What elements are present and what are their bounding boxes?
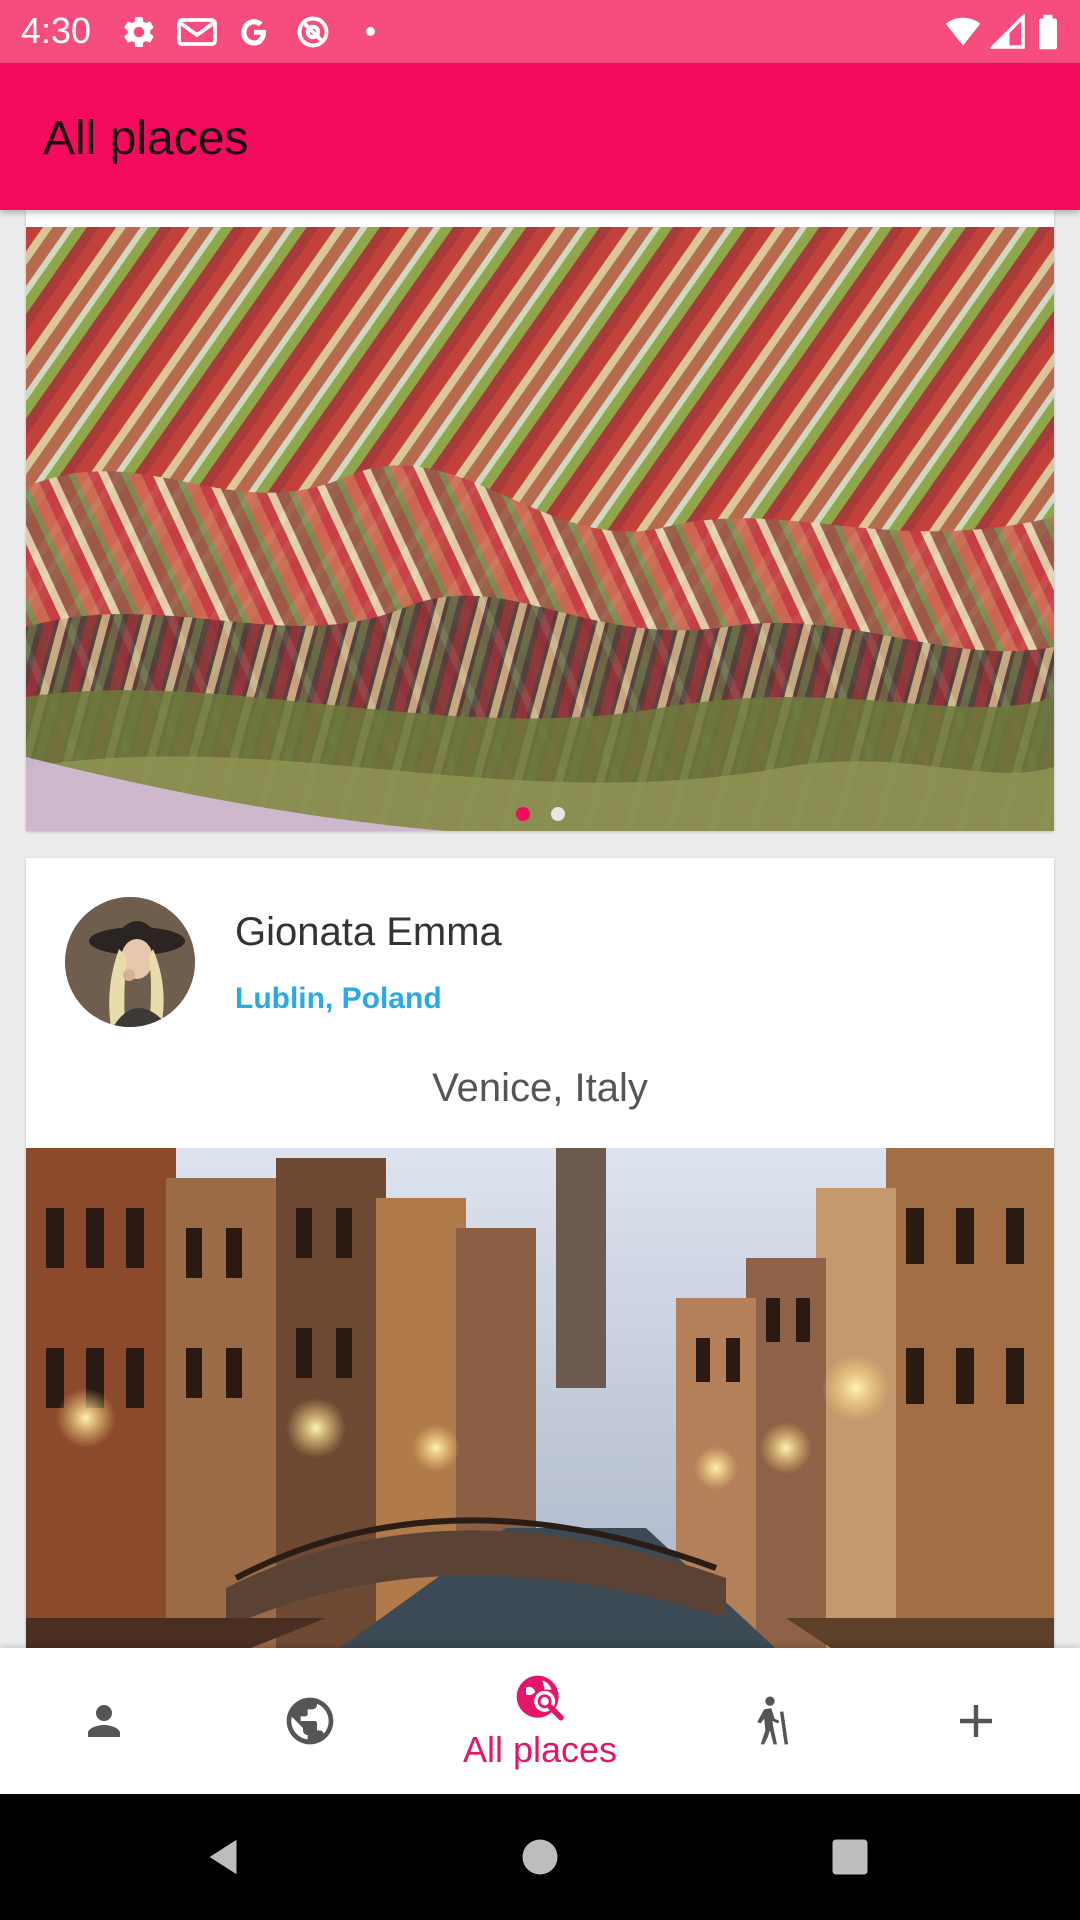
avatar[interactable]	[65, 897, 195, 1027]
page-dot-active[interactable]	[515, 807, 530, 821]
recents-button[interactable]	[815, 1794, 885, 1920]
signal-icon	[990, 14, 1025, 49]
nav-item-add[interactable]	[934, 1648, 1018, 1794]
back-button[interactable]	[190, 1794, 260, 1920]
nav-item-world[interactable]	[268, 1648, 352, 1794]
plus-icon	[960, 1705, 992, 1737]
woman-in-hat-avatar	[65, 897, 195, 1027]
nav-item-trips[interactable]	[728, 1648, 812, 1794]
striped-mountains-photo	[26, 227, 1054, 831]
search-globe-icon	[516, 1675, 564, 1721]
system-navigation-bar	[0, 1794, 1080, 1920]
bottom-navigation: All places	[0, 1648, 1080, 1794]
person-icon	[88, 1705, 120, 1737]
battery-icon	[1039, 14, 1057, 50]
carousel-image[interactable]	[26, 227, 1054, 831]
google-icon	[241, 19, 266, 46]
user-location[interactable]: Lublin, Poland	[235, 982, 442, 1016]
place-title: Venice, Italy	[432, 1066, 648, 1110]
nav-item-profile[interactable]	[62, 1648, 146, 1794]
page-dot[interactable]	[550, 807, 565, 821]
recents-icon	[832, 1839, 868, 1875]
place-card[interactable]: Gionata Emma Lublin, Poland Venice, Ital…	[26, 858, 1054, 1648]
places-feed[interactable]: Gionata Emma Lublin, Poland Venice, Ital…	[0, 210, 1080, 1648]
at-sign-icon	[297, 16, 329, 48]
wifi-icon	[945, 17, 981, 46]
nav-label-all-places: All places	[462, 1729, 618, 1770]
home-button[interactable]	[505, 1794, 575, 1920]
status-time: 4:30	[21, 10, 92, 51]
place-card-carousel[interactable]	[26, 210, 1054, 831]
carousel-page-indicator	[26, 807, 1054, 821]
gear-icon	[124, 17, 154, 48]
venice-canal-photo	[26, 1148, 1054, 1648]
status-bar: 4:30	[0, 0, 1080, 63]
user-name[interactable]: Gionata Emma	[235, 910, 502, 955]
notification-dot-icon	[366, 27, 375, 36]
home-icon	[522, 1839, 558, 1875]
nav-item-all-places[interactable]: All places	[440, 1648, 640, 1794]
back-icon	[209, 1839, 237, 1875]
page-title: All places	[43, 112, 249, 165]
hiker-icon	[757, 1696, 789, 1745]
gmail-icon	[177, 18, 217, 46]
place-image[interactable]	[26, 1148, 1054, 1648]
app-bar: All places	[0, 63, 1080, 210]
globe-icon	[286, 1697, 334, 1745]
